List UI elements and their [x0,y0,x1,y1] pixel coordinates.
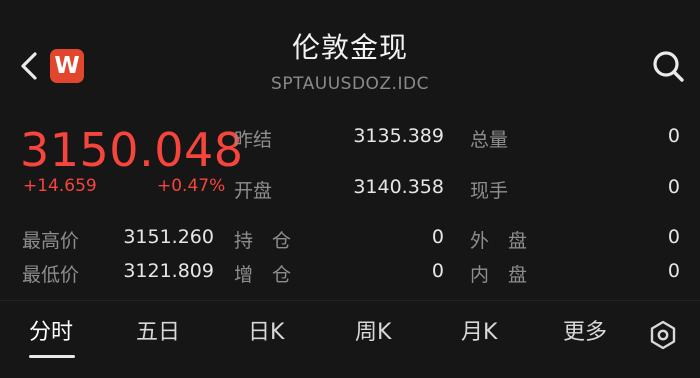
total-volume-label: 总量 [470,129,509,151]
search-icon [653,51,684,82]
total-volume-value: 0 [667,125,680,147]
current-hand-value: 0 [667,176,680,198]
oi-change-label: 增 仓 [234,264,292,286]
open-label: 开盘 [234,180,273,202]
outer-label: 外 盘 [470,230,528,252]
active-tab-indicator [29,355,75,358]
page-title: 伦敦金现 [291,31,408,64]
settings-icon [650,320,676,350]
open-interest-value: 0 [431,226,444,248]
high-label: 最高价 [22,230,80,252]
tab-five-day[interactable]: 五日 [136,314,180,346]
low-label: 最低价 [22,264,80,286]
tab-weekly-k[interactable]: 周K [355,314,391,346]
tab-more[interactable]: 更多 [563,314,607,346]
price-change-percent: +0.47% [157,176,226,196]
tab-daily-k[interactable]: 日K [248,314,284,346]
instrument-code: SPTAUUSDOZ.IDC [271,74,429,94]
inner-value: 0 [667,260,680,282]
prev-close-label: 昨结 [234,129,273,151]
last-price: 3150.048 [20,123,244,177]
chart-settings-button[interactable] [646,318,680,352]
tab-intraday[interactable]: 分时 [29,314,73,346]
price-change: +14.659 [23,176,97,196]
tabs-divider [0,300,700,301]
search-button[interactable] [650,48,688,86]
tab-monthly-k[interactable]: 月K [461,314,497,346]
inner-label: 内 盘 [470,264,528,286]
high-value: 3151.260 [123,226,214,248]
open-value: 3140.358 [353,176,444,198]
oi-change-value: 0 [431,260,444,282]
outer-value: 0 [667,226,680,248]
current-hand-label: 现手 [470,180,509,202]
low-value: 3121.809 [123,260,214,282]
open-interest-label: 持 仓 [234,230,292,252]
prev-close-value: 3135.389 [353,125,444,147]
